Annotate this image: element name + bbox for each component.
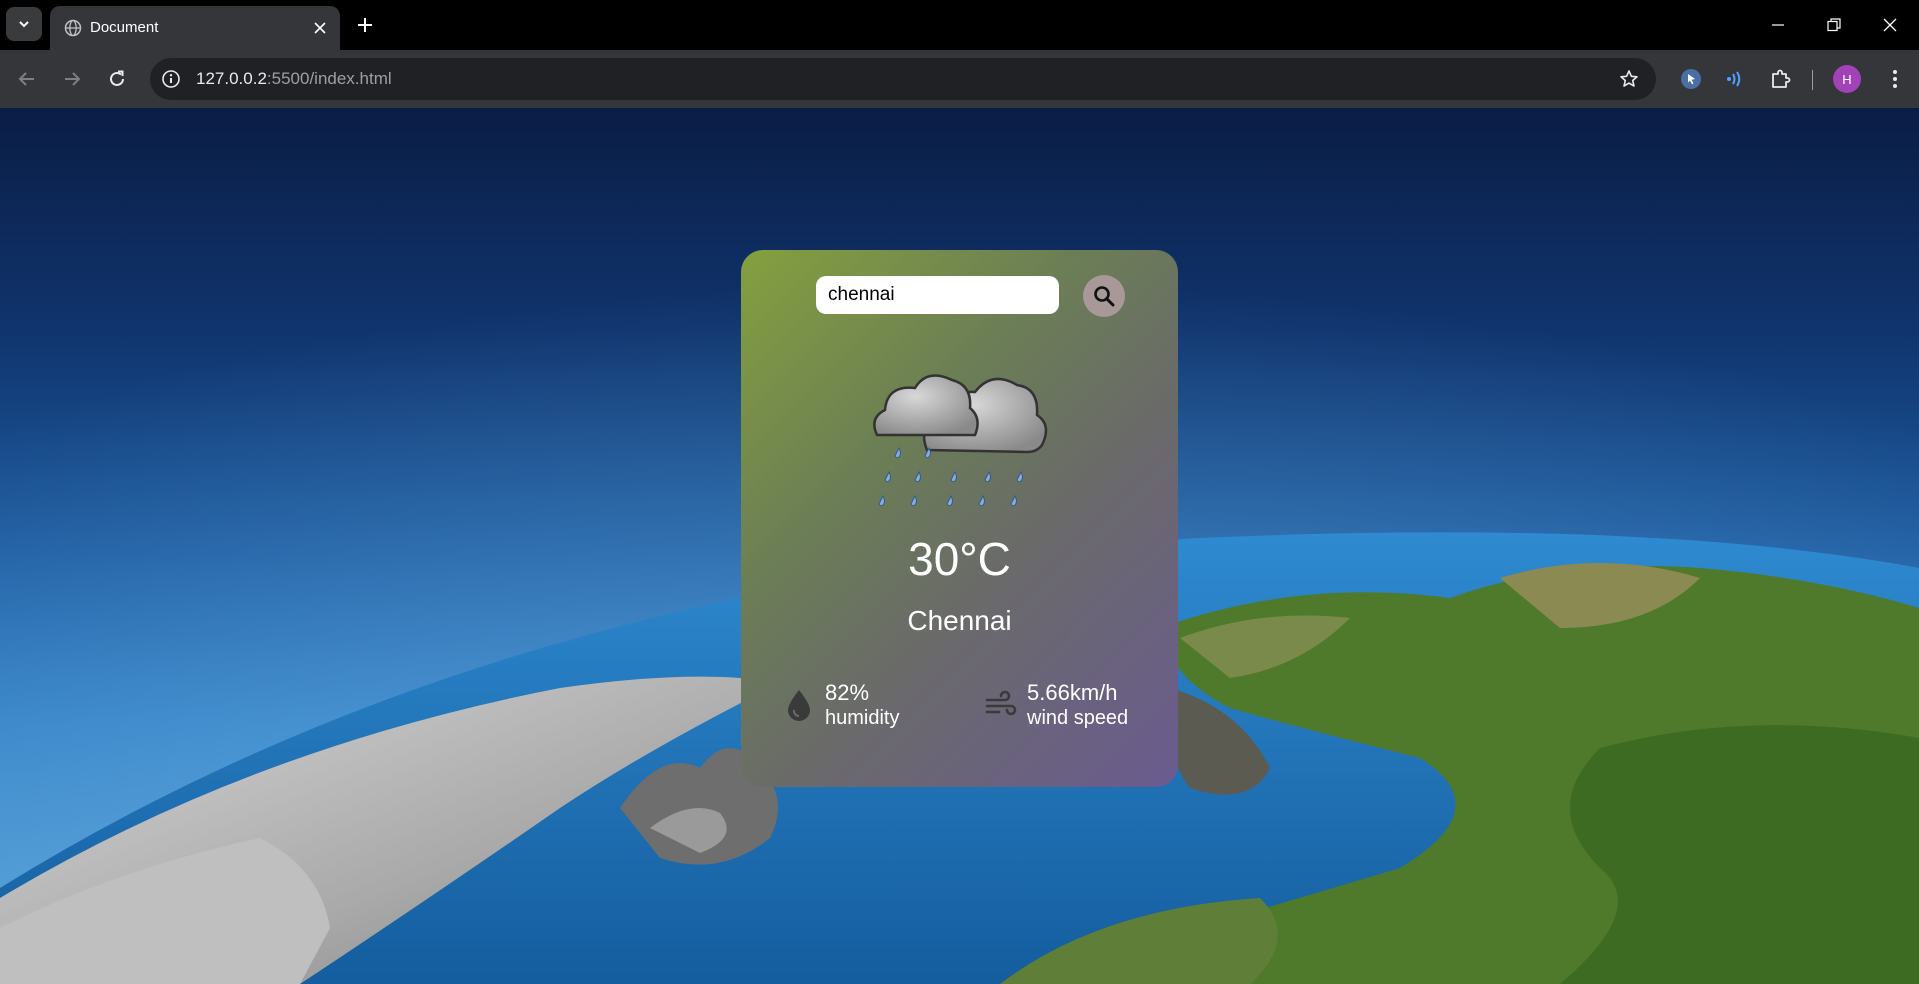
wind-detail: 5.66km/h wind speed (983, 680, 1128, 730)
address-bar[interactable]: 127.0.0.2:5500/index.html (150, 58, 1656, 100)
wind-label: wind speed (1027, 707, 1129, 729)
profile-avatar[interactable]: H (1833, 65, 1861, 93)
wind-value: 5.66km/h (1027, 680, 1118, 705)
back-button[interactable] (13, 65, 41, 93)
toolbar-separator (1812, 70, 1813, 90)
site-info-button[interactable] (160, 68, 182, 90)
close-icon (1883, 18, 1897, 32)
extension-cursor-button[interactable] (1676, 64, 1706, 94)
browser-toolbar: 127.0.0.2:5500/index.html (0, 50, 1919, 108)
cursor-extension-icon (1681, 69, 1701, 89)
search-icon (1094, 286, 1115, 307)
humidity-detail: 82% humidity (781, 680, 899, 730)
arrow-left-icon (18, 72, 34, 86)
forward-button[interactable] (58, 65, 86, 93)
search-button[interactable] (1083, 275, 1125, 317)
rain-cloud-icon (873, 374, 1048, 507)
close-window-button[interactable] (1877, 12, 1903, 38)
chevron-down-icon (19, 21, 29, 28)
tab-close-button[interactable] (310, 18, 330, 38)
globe-icon (64, 19, 82, 37)
url-path: :5500/index.html (266, 69, 392, 88)
minimize-icon (1772, 24, 1784, 26)
plus-icon (358, 18, 372, 32)
tab-strip: Document (0, 0, 1919, 50)
restore-button[interactable] (1821, 12, 1847, 38)
menu-button[interactable] (1880, 64, 1910, 94)
minimize-button[interactable] (1765, 12, 1791, 38)
city-name: Chennai (907, 605, 1012, 636)
bookmark-button[interactable] (1618, 68, 1640, 90)
humidity-value: 82% (825, 680, 870, 705)
active-tab[interactable]: Document (50, 6, 340, 50)
reload-button[interactable] (103, 65, 131, 93)
puzzle-icon (1772, 69, 1791, 88)
restore-icon (1827, 18, 1841, 32)
page-viewport: 30°C Chennai 82% humidity 5.66km/h wind … (0, 108, 1919, 984)
city-search-input[interactable] (816, 276, 1059, 314)
tab-title: Document (90, 19, 159, 36)
new-tab-button[interactable] (352, 12, 378, 38)
extensions-button[interactable] (1766, 64, 1796, 94)
temperature: 30°C (908, 533, 1011, 585)
reload-icon (110, 70, 124, 86)
humidity-label: humidity (825, 707, 900, 729)
extension-audio-button[interactable] (1720, 64, 1750, 94)
weather-card: 30°C Chennai 82% humidity 5.66km/h wind … (741, 250, 1178, 787)
tab-search-button[interactable] (6, 7, 42, 41)
close-icon (314, 22, 326, 34)
arrow-right-icon (65, 72, 81, 86)
water-drop-icon (781, 685, 817, 725)
url-host: 127.0.0.2 (196, 69, 267, 88)
info-icon (162, 70, 180, 88)
star-icon (1620, 70, 1638, 87)
more-vertical-icon (1893, 70, 1897, 88)
sound-waves-icon (1727, 71, 1741, 87)
url-text: 127.0.0.2:5500/index.html (196, 69, 392, 89)
wind-icon (983, 685, 1019, 725)
